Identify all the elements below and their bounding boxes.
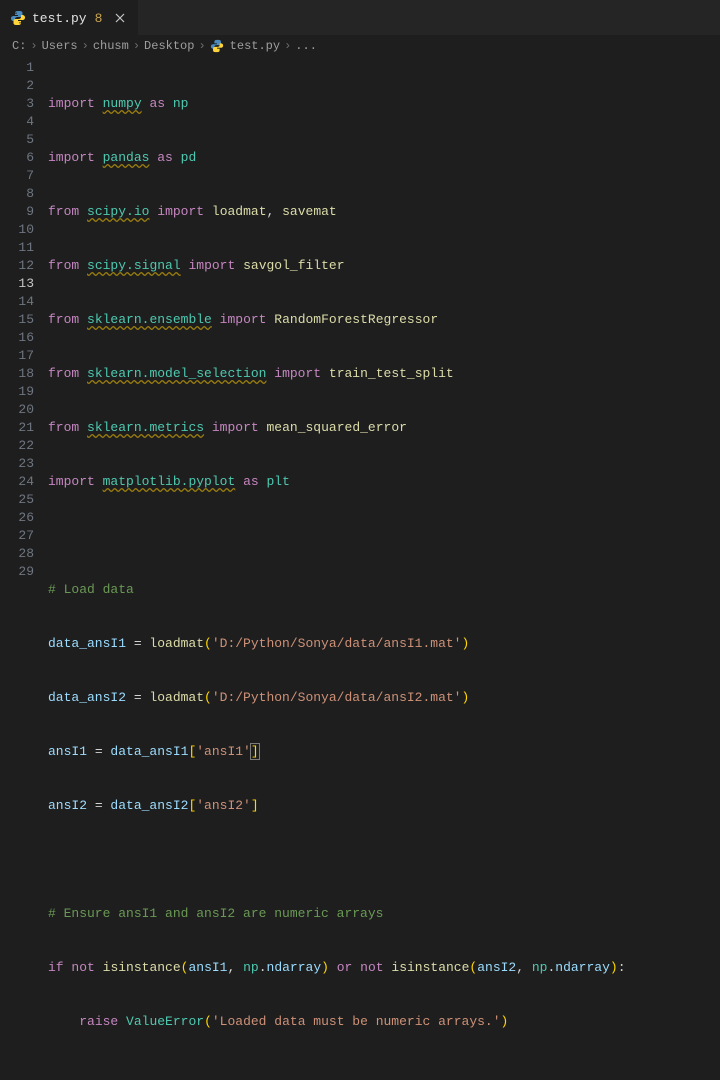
line-number: 9 xyxy=(0,203,34,221)
breadcrumb-seg[interactable]: test.py xyxy=(230,39,280,53)
line-number: 11 xyxy=(0,239,34,257)
chevron-right-icon: › xyxy=(284,39,291,53)
line-number: 15 xyxy=(0,311,34,329)
breadcrumb-seg[interactable]: Desktop xyxy=(144,39,194,53)
tab-modified-indicator: 8 xyxy=(95,11,103,26)
line-number: 25 xyxy=(0,491,34,509)
python-file-icon xyxy=(10,10,26,26)
editor[interactable]: 1234567891011121314151617181920212223242… xyxy=(0,57,720,540)
breadcrumb-seg[interactable]: C: xyxy=(12,39,26,53)
chevron-right-icon: › xyxy=(133,39,140,53)
close-icon[interactable] xyxy=(112,10,128,26)
line-number: 23 xyxy=(0,455,34,473)
line-number: 21 xyxy=(0,419,34,437)
line-number: 17 xyxy=(0,347,34,365)
line-number: 8 xyxy=(0,185,34,203)
line-number: 4 xyxy=(0,113,34,131)
line-number: 10 xyxy=(0,221,34,239)
line-number: 5 xyxy=(0,131,34,149)
breadcrumb-seg[interactable]: Users xyxy=(42,39,78,53)
chevron-right-icon: › xyxy=(30,39,37,53)
line-number: 20 xyxy=(0,401,34,419)
line-number: 24 xyxy=(0,473,34,491)
line-number: 18 xyxy=(0,365,34,383)
line-number: 3 xyxy=(0,95,34,113)
line-number: 29 xyxy=(0,563,34,581)
tab-label: test.py xyxy=(32,11,87,26)
line-number: 26 xyxy=(0,509,34,527)
chevron-right-icon: › xyxy=(82,39,89,53)
chevron-right-icon: › xyxy=(198,39,205,53)
line-number: 16 xyxy=(0,329,34,347)
line-number: 19 xyxy=(0,383,34,401)
tab-test-py[interactable]: test.py 8 xyxy=(0,0,138,35)
line-number: 7 xyxy=(0,167,34,185)
line-number: 2 xyxy=(0,77,34,95)
breadcrumb-seg[interactable]: chusm xyxy=(93,39,129,53)
line-number: 1 xyxy=(0,59,34,77)
line-number: 28 xyxy=(0,545,34,563)
breadcrumb[interactable]: C: › Users › chusm › Desktop › test.py ›… xyxy=(0,35,720,57)
line-number-gutter: 1234567891011121314151617181920212223242… xyxy=(0,57,48,540)
code-area[interactable]: import numpy as np import pandas as pd f… xyxy=(48,57,720,540)
tab-bar: test.py 8 xyxy=(0,0,720,35)
line-number: 13 xyxy=(0,275,34,293)
line-number: 12 xyxy=(0,257,34,275)
line-number: 6 xyxy=(0,149,34,167)
line-number: 14 xyxy=(0,293,34,311)
line-number: 27 xyxy=(0,527,34,545)
breadcrumb-seg[interactable]: ... xyxy=(295,39,317,53)
python-file-icon xyxy=(210,39,224,53)
line-number: 22 xyxy=(0,437,34,455)
